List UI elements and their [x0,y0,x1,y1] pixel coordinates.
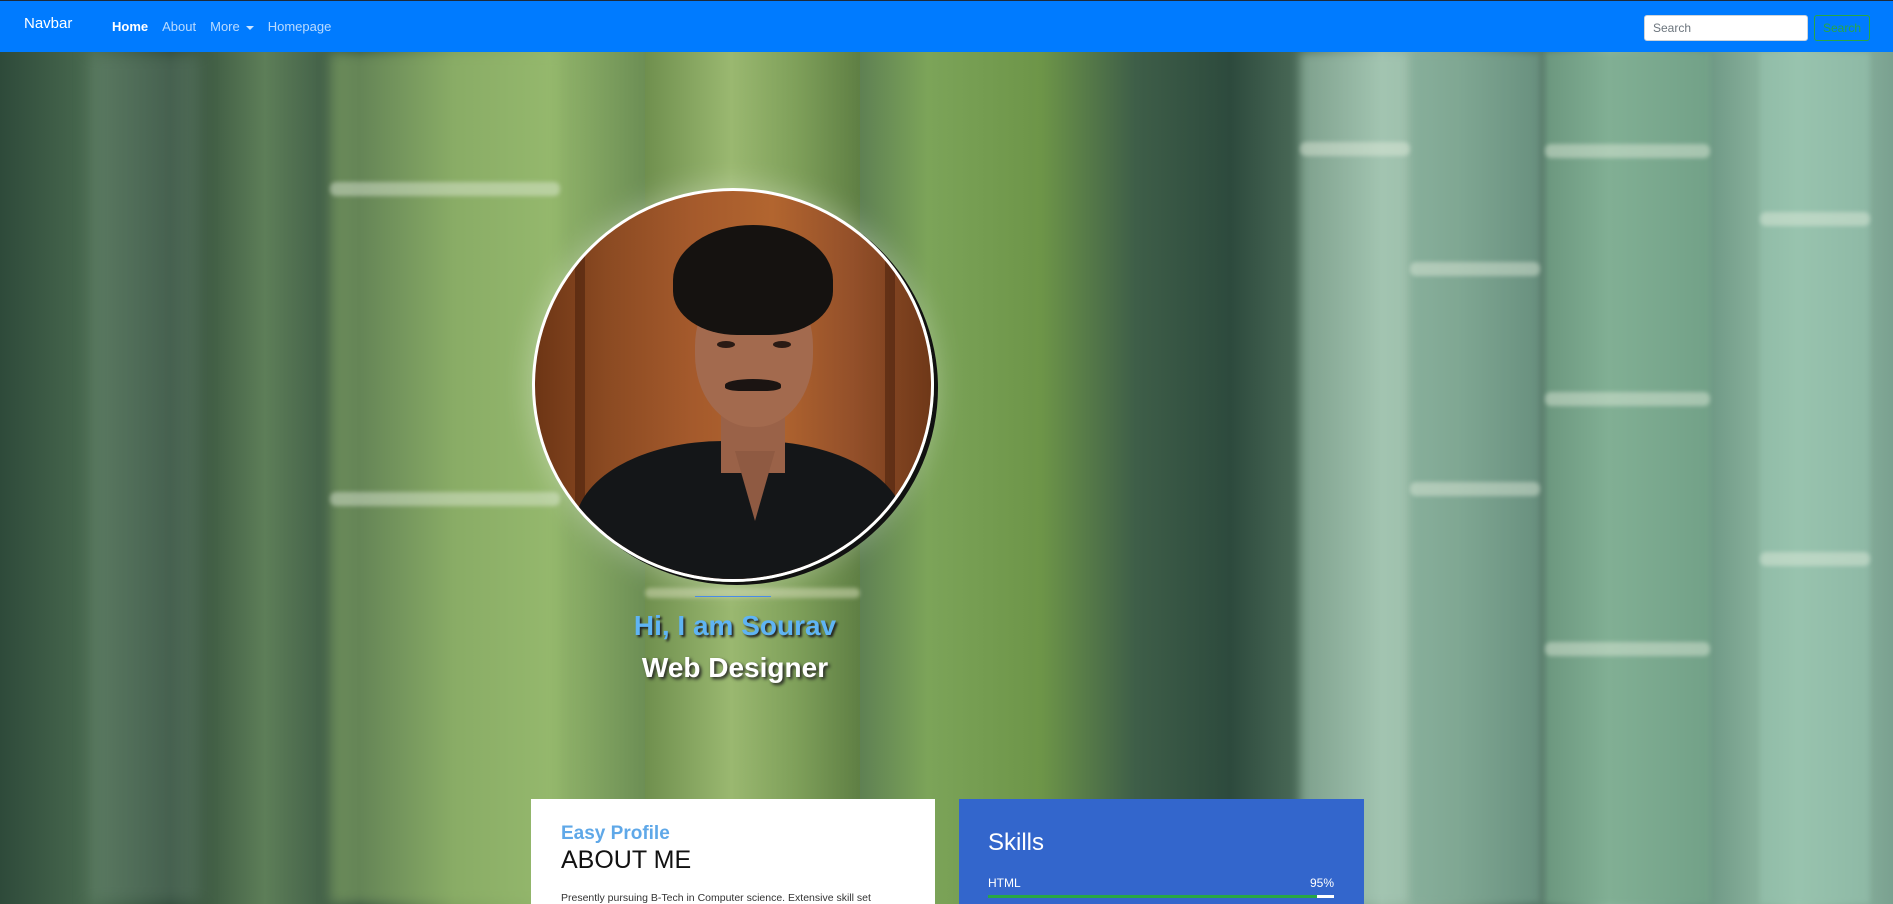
nav-dropdown-more[interactable]: More [210,19,254,34]
nav-dropdown-label: More [210,19,240,34]
skill-progress-fill [988,895,1317,898]
skill-progress-track [988,895,1334,898]
hero-divider [695,596,771,597]
search-input[interactable] [1644,15,1808,41]
skills-title: Skills [988,829,1045,856]
hero-background [0,52,1893,904]
caret-down-icon [245,25,254,30]
navbar: Navbar Home About More Homepage Search [0,0,1893,52]
skill-name: HTML [988,876,1021,890]
about-title: ABOUT ME [561,846,692,874]
nav-links: Home About More Homepage [112,19,331,34]
nav-link-homepage[interactable]: Homepage [268,19,332,34]
about-kicker: Easy Profile [561,823,670,844]
profile-photo [532,188,934,582]
about-card: Easy Profile ABOUT ME Presently pursuing… [531,799,935,904]
nav-link-home[interactable]: Home [112,19,148,34]
skills-card: Skills HTML 95% [959,799,1364,904]
about-text: Presently pursuing B-Tech in Computer sc… [561,892,871,904]
skill-percent: 95% [1309,876,1334,890]
search-button[interactable]: Search [1814,15,1870,41]
hero-role: Web Designer [641,652,829,683]
hero-greeting: Hi, I am Sourav [633,610,837,641]
navbar-brand[interactable]: Navbar [24,15,72,32]
nav-link-about[interactable]: About [162,19,196,34]
